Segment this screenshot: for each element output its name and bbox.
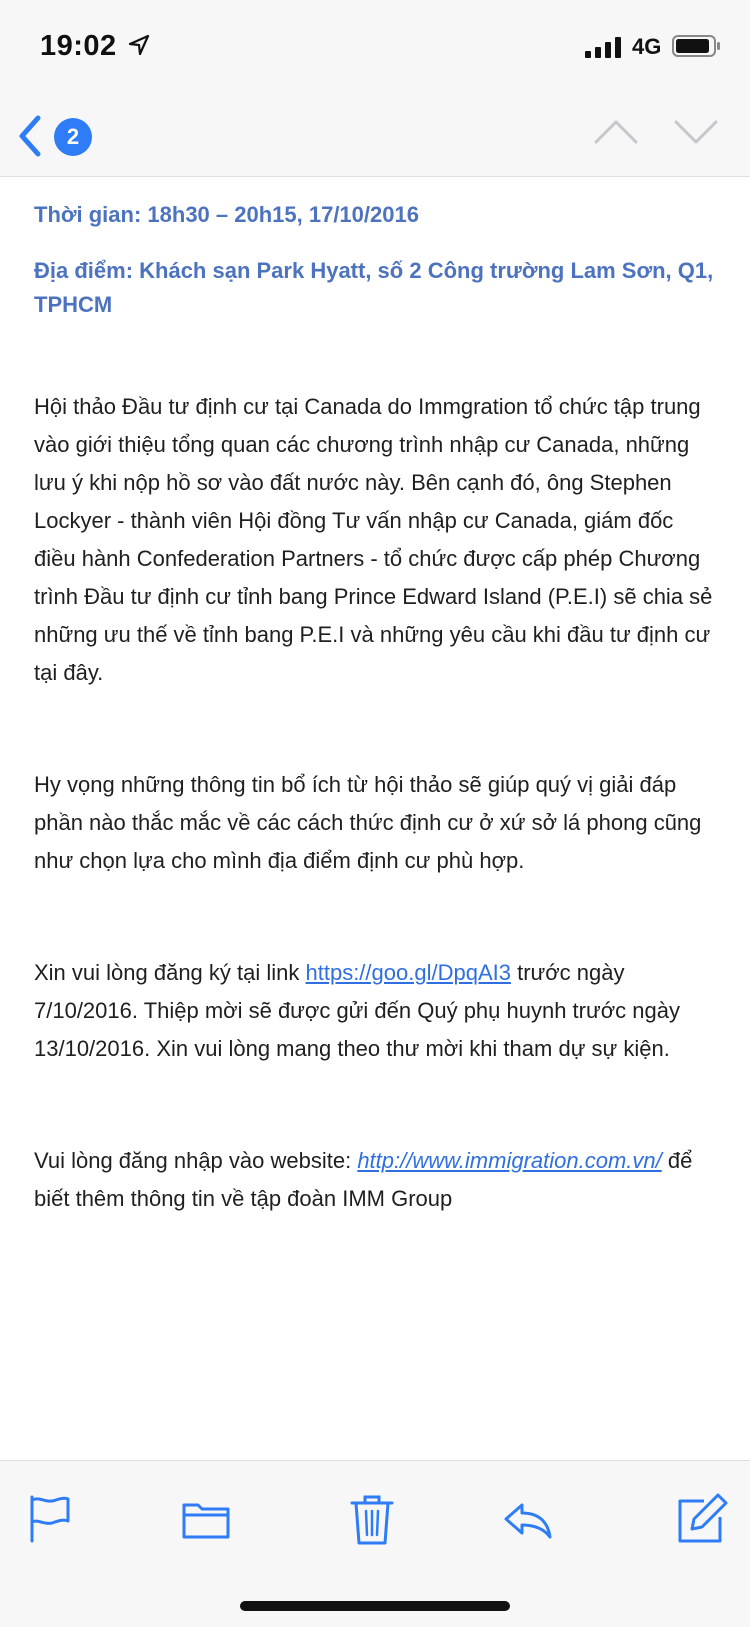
move-to-folder-button[interactable]	[178, 1491, 234, 1547]
home-indicator[interactable]	[240, 1601, 510, 1611]
status-bar: 19:02 4G	[0, 0, 750, 96]
mail-nav-bar: 2	[0, 96, 750, 177]
location-arrow-icon	[128, 34, 150, 56]
event-time: Thời gian: 18h30 – 20h15, 17/10/2016	[34, 202, 419, 227]
battery-icon	[672, 35, 720, 57]
reply-button[interactable]	[500, 1491, 556, 1547]
bottom-toolbar	[0, 1460, 750, 1627]
website-link[interactable]: http://www.immigration.com.vn/	[357, 1148, 661, 1173]
paragraph-intro: Hội thảo Đầu tư định cư tại Canada do Im…	[34, 394, 713, 685]
compose-button[interactable]	[674, 1491, 730, 1547]
status-time: 19:02	[40, 30, 117, 62]
unread-count-badge: 2	[54, 118, 92, 156]
paragraph-website: Vui lòng đăng nhập vào website: http://w…	[34, 1142, 720, 1218]
chevron-down-icon[interactable]	[672, 112, 720, 152]
trash-icon	[350, 1495, 394, 1545]
register-text-before: Xin vui lòng đăng ký tại link	[34, 960, 306, 985]
flag-icon	[30, 1495, 70, 1543]
website-text-before: Vui lòng đăng nhập vào website:	[34, 1148, 358, 1173]
signal-bars-icon	[585, 37, 621, 58]
network-type: 4G	[632, 34, 662, 59]
reply-icon	[504, 1503, 552, 1539]
delete-button[interactable]	[344, 1491, 400, 1547]
compose-icon	[678, 1493, 728, 1543]
email-body[interactable]: Thời gian: 18h30 – 20h15, 17/10/2016 Địa…	[34, 176, 720, 1460]
event-venue: Địa điểm: Khách sạn Park Hyatt, số 2 Côn…	[34, 258, 714, 317]
paragraph-hope: Hy vọng những thông tin bổ ích từ hội th…	[34, 772, 702, 873]
chevron-left-icon	[19, 115, 41, 157]
folder-icon	[182, 1503, 230, 1539]
paragraph-register: Xin vui lòng đăng ký tại link https://go…	[34, 954, 720, 1068]
back-button[interactable]: 2	[14, 110, 98, 162]
flag-button[interactable]	[22, 1491, 78, 1547]
chevron-up-icon[interactable]	[592, 112, 640, 152]
registration-link[interactable]: https://goo.gl/DpqAI3	[306, 960, 511, 985]
